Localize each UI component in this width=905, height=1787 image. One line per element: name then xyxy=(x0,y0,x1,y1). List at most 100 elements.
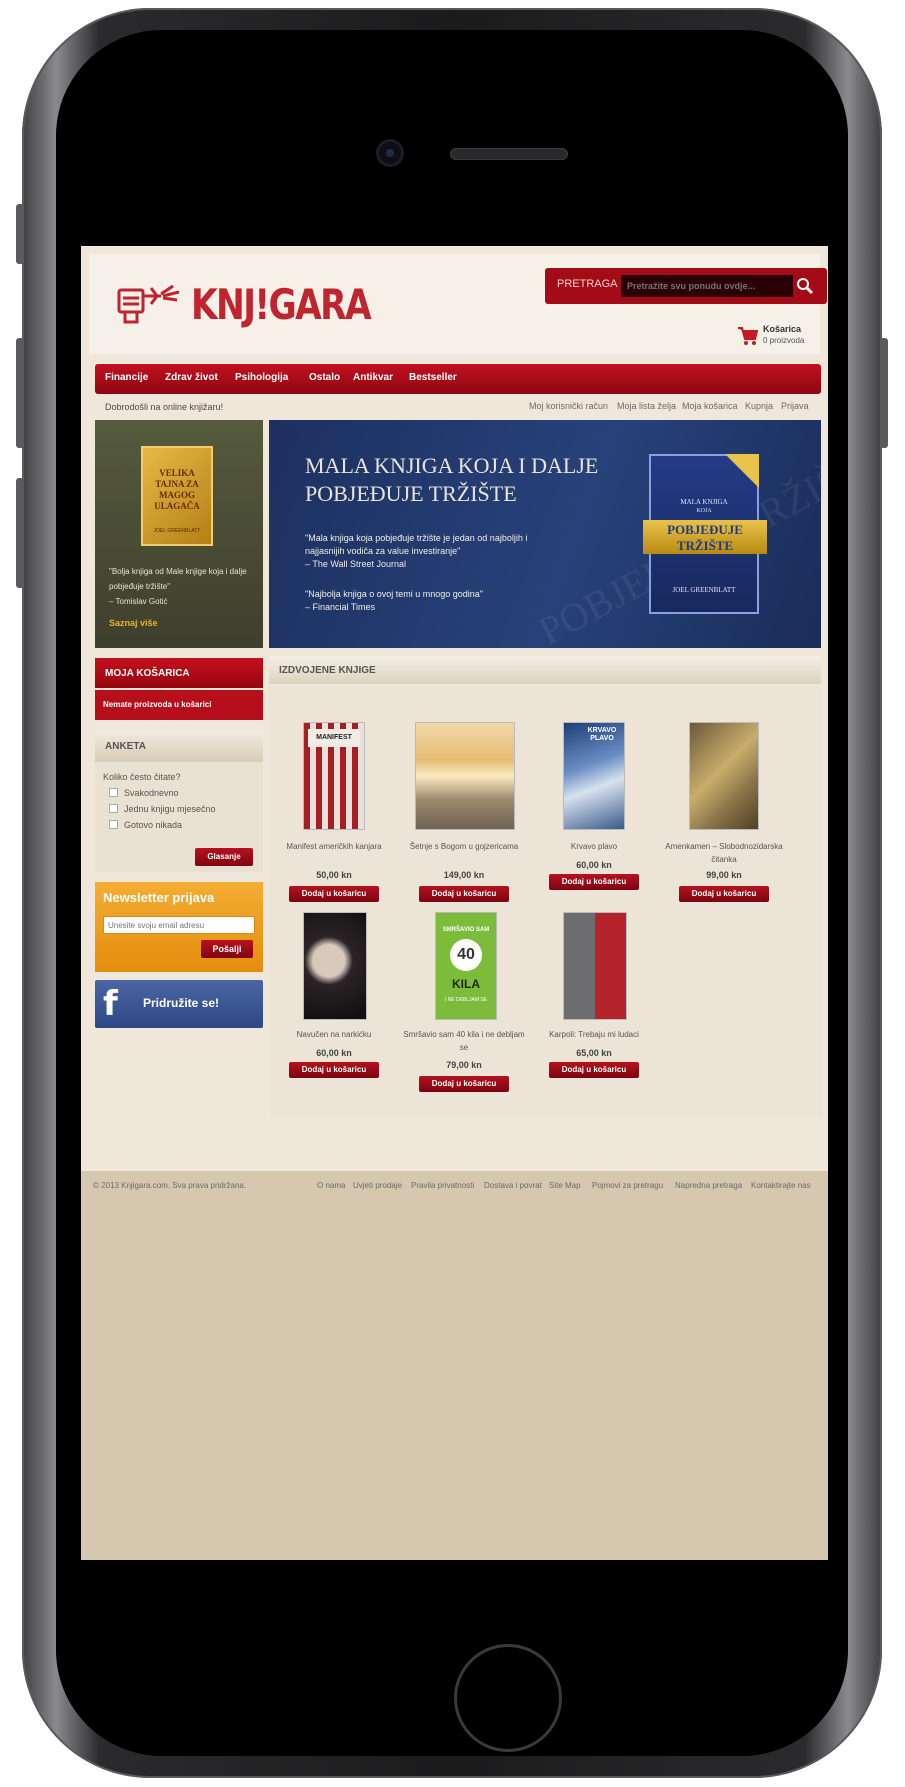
nav-item-psihologija[interactable]: Psihologija xyxy=(235,372,288,383)
nav-item-zdrav-zivot[interactable]: Zdrav život xyxy=(165,372,218,383)
banner-quote-2-source: – Financial Times xyxy=(305,602,376,612)
promo-quote-text: "Bolja knjiga od Male knjige koja i dalj… xyxy=(109,567,247,591)
footer-link-sitemap[interactable]: Site Map xyxy=(549,1181,581,1190)
vote-button[interactable]: Glasanje xyxy=(195,848,253,866)
cover-title: KRVAVO PLAVO xyxy=(587,727,617,742)
cover-title: MANIFEST xyxy=(308,729,360,747)
poll-option-never[interactable]: Gotovo nikada xyxy=(109,820,182,830)
product-cover-krvavo-plavo[interactable]: KRVAVO PLAVO xyxy=(563,722,625,830)
add-to-cart-button[interactable]: Dodaj u košaricu xyxy=(289,886,379,902)
banner-quote-2-text: "Najbolja knjiga o ovoj temi u mnogo god… xyxy=(305,589,483,599)
banner-book-corner xyxy=(725,454,759,488)
product-name[interactable]: Krvavo plavo xyxy=(529,840,659,853)
footer-link-contact[interactable]: Kontaktirajte nas xyxy=(751,1181,811,1190)
main-navigation: Financije Zdrav život Psihologija Ostalo… xyxy=(95,364,821,394)
newsletter-title: Newsletter prijava xyxy=(103,890,215,905)
product-name[interactable]: Navučen na narkićku xyxy=(269,1028,399,1041)
product-price: 99,00 kn xyxy=(706,870,742,880)
poll-checkbox[interactable] xyxy=(109,820,118,829)
footer-link-privacy[interactable]: Pravila privatnosti xyxy=(411,1181,474,1190)
link-my-account[interactable]: Moj korisnički račun xyxy=(529,401,608,411)
product-cover-manifest[interactable]: MANIFEST xyxy=(303,722,365,830)
nav-item-antikvar[interactable]: Antikvar xyxy=(353,372,393,383)
add-to-cart-button[interactable]: Dodaj u košaricu xyxy=(549,874,639,890)
header-cart-count: 0 proizvoda xyxy=(763,336,805,345)
poll-option-label: Gotovo nikada xyxy=(124,820,183,830)
link-my-cart[interactable]: Moja košarica xyxy=(682,401,738,411)
search-input[interactable] xyxy=(621,275,793,297)
product-cover-smrsavio[interactable]: SMRŠAVIO SAM 40 KILA I NE DEBLJAM SE xyxy=(435,912,497,1020)
add-to-cart-button[interactable]: Dodaj u košaricu xyxy=(289,1062,379,1078)
product-cover-navucen[interactable] xyxy=(303,912,367,1020)
product-name[interactable]: Amenkamen – Slobodnozidarska čitanka xyxy=(659,840,789,866)
nav-item-financije[interactable]: Financije xyxy=(105,372,148,383)
product-price: 79,00 kn xyxy=(446,1060,482,1070)
cover-bottom-text: I NE DEBLJAM SE xyxy=(444,997,488,1003)
cover-number: 40 xyxy=(450,939,482,971)
header-cart[interactable]: Košarica 0 proizvoda xyxy=(737,324,827,354)
add-to-cart-button[interactable]: Dodaj u košaricu xyxy=(549,1062,639,1078)
product-name[interactable]: Manifest američkih kanjara xyxy=(269,840,399,853)
product-price: 50,00 kn xyxy=(316,870,352,880)
promo-book-title: VELIKA TAJNA ZA MAGOG ULAGAČA xyxy=(154,468,200,511)
banner-quote-1-text: "Mala knjiga koja pobjeđuje tržište je j… xyxy=(305,533,528,556)
web-page: KNJ!GARA PRETRAGA Košarica 0 proizvoda xyxy=(81,246,828,1171)
add-to-cart-button[interactable]: Dodaj u košaricu xyxy=(679,886,769,902)
banner-quote-1: "Mala knjiga koja pobjeđuje tržište je j… xyxy=(305,532,565,571)
newsletter-box: Newsletter prijava Pošalji xyxy=(95,882,263,972)
featured-books-title: IZDVOJENE KNJIGE xyxy=(279,665,376,676)
welcome-message: Dobrodošli na online knjižaru! xyxy=(105,402,224,412)
poll-checkbox[interactable] xyxy=(109,804,118,813)
phone-screen: KNJ!GARA PRETRAGA Košarica 0 proizvoda xyxy=(81,246,828,1560)
product-name[interactable]: Karpoli: Trebaju mi ludaci xyxy=(529,1028,659,1041)
poll-header: ANKETA xyxy=(95,730,263,762)
cover-subtitle: SMRŠAVIO SAM xyxy=(442,927,490,933)
nav-item-bestseller[interactable]: Bestseller xyxy=(409,372,457,383)
product-cover-karpoli[interactable] xyxy=(563,912,627,1020)
footer-link-search-terms[interactable]: Pojmovi za pretragu xyxy=(592,1181,663,1190)
promo-quote-author: – Tomislav Gotić xyxy=(109,597,168,606)
site-logo[interactable]: KNJ!GARA xyxy=(117,280,372,338)
poll-box: ANKETA Koliko često čitate? Svakodnevno … xyxy=(95,730,263,872)
header-cart-title: Košarica xyxy=(763,324,802,334)
footer-copyright: © 2013 Knjigara.com. Sva prava pridržana… xyxy=(93,1181,247,1190)
footer-link-about[interactable]: O nama xyxy=(317,1181,345,1190)
home-button[interactable] xyxy=(454,1644,562,1752)
poll-option-daily[interactable]: Svakodnevno xyxy=(109,788,179,798)
poll-question: Koliko često čitate? xyxy=(103,772,181,782)
promo-read-more-link[interactable]: Saznaj više xyxy=(109,618,158,628)
volume-down-button xyxy=(16,478,24,588)
poll-option-monthly[interactable]: Jednu knjigu mjesečno xyxy=(109,804,216,814)
cart-box-title: MOJA KOŠARICA xyxy=(105,668,190,679)
product-cover-amenkamen[interactable] xyxy=(689,722,759,830)
shopping-cart-icon xyxy=(738,327,759,345)
banner-quote-2: "Najbolja knjiga o ovoj temi u mnogo god… xyxy=(305,588,565,614)
promo-quote: "Bolja knjiga od Male knjige koja i dalj… xyxy=(109,564,257,609)
facebook-join-button[interactable]: f Pridružite se! xyxy=(95,980,263,1028)
promo-book-cover[interactable]: VELIKA TAJNA ZA MAGOG ULAGAČA JOEL GREEN… xyxy=(141,446,213,546)
footer-link-delivery[interactable]: Dostava i povrat xyxy=(484,1181,542,1190)
earpiece-speaker xyxy=(450,148,568,160)
newsletter-send-button[interactable]: Pošalji xyxy=(201,940,253,958)
facebook-label: Pridružite se! xyxy=(143,996,220,1010)
search-icon[interactable] xyxy=(795,276,815,296)
product-name[interactable]: Šetnje s Bogom u gojzericama xyxy=(399,840,529,853)
banner-book-koja: KOJA xyxy=(696,508,712,514)
power-button xyxy=(880,338,888,448)
product-cover-setnje[interactable] xyxy=(415,722,515,830)
footer-link-advanced-search[interactable]: Napredna pretraga xyxy=(675,1181,742,1190)
nav-item-ostalo[interactable]: Ostalo xyxy=(309,372,340,383)
link-login[interactable]: Prijava xyxy=(781,401,809,411)
site-header: KNJ!GARA PRETRAGA Košarica 0 proizvoda xyxy=(89,254,827,354)
hero-banner[interactable]: POBJEĐUJE TRŽIŠTE MALA KNJIGA KOJA I DAL… xyxy=(269,420,821,648)
link-wishlist[interactable]: Moja lista želja xyxy=(617,401,676,411)
footer-link-terms[interactable]: Uvjeti prodaje xyxy=(353,1181,402,1190)
add-to-cart-button[interactable]: Dodaj u košaricu xyxy=(419,886,509,902)
newsletter-email-input[interactable] xyxy=(103,916,255,934)
product-name[interactable]: Smršavio sam 40 kila i ne debljam se xyxy=(399,1028,529,1054)
add-to-cart-button[interactable]: Dodaj u košaricu xyxy=(419,1076,509,1092)
poll-checkbox[interactable] xyxy=(109,788,118,797)
link-checkout[interactable]: Kupnja xyxy=(745,401,773,411)
promo-book-author: JOEL GREENBLATT xyxy=(153,528,201,534)
cart-empty-message: Nemate proizvoda u košarici xyxy=(103,700,212,709)
